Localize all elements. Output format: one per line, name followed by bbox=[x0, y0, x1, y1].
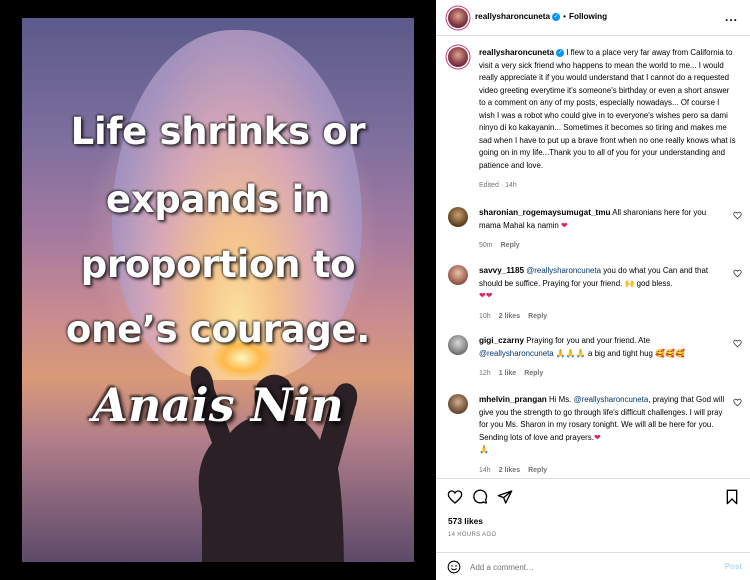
reply-button[interactable]: Reply bbox=[528, 313, 547, 320]
heart-icon[interactable] bbox=[447, 489, 463, 505]
praying-hands-emoji: 🙏 bbox=[479, 445, 489, 454]
smiley-icon[interactable] bbox=[447, 560, 461, 574]
comment-time: 10h bbox=[479, 312, 491, 320]
likes-count[interactable]: 573 likes bbox=[448, 516, 483, 526]
comment-username[interactable]: savvy_1185 bbox=[479, 266, 524, 275]
comment-likes[interactable]: 1 like bbox=[499, 370, 517, 377]
comment-input[interactable] bbox=[470, 559, 700, 575]
caption-edited: Edited · 14h bbox=[479, 182, 517, 189]
comment-body: sharonian_rogemaysumugat_tmu All sharoni… bbox=[479, 207, 729, 253]
reply-button[interactable]: Reply bbox=[501, 242, 520, 249]
comment-time: 12h bbox=[479, 370, 491, 377]
comment-username[interactable]: mhelvin_prangan bbox=[479, 395, 547, 404]
hearts-emoji: ❤❤ bbox=[479, 291, 493, 300]
post-image[interactable]: Life shrinks or expands in proportion to… bbox=[22, 18, 414, 562]
quote-line-2: expands in bbox=[105, 178, 331, 221]
comment-text-2: a big and tight hug bbox=[587, 348, 653, 358]
commenter-avatar[interactable] bbox=[448, 335, 468, 355]
comment-time: 14h bbox=[479, 466, 491, 474]
comment-meta: 12h 1 like Reply bbox=[479, 368, 729, 381]
bookmark-icon[interactable] bbox=[724, 489, 740, 505]
comment-time: 50m bbox=[479, 242, 493, 249]
comment-like-heart-icon[interactable] bbox=[733, 339, 742, 348]
commenter-avatar[interactable] bbox=[448, 207, 468, 227]
post-media: Life shrinks or expands in proportion to… bbox=[0, 0, 436, 580]
quote-line-3: proportion to bbox=[80, 243, 356, 286]
caption-body: reallysharoncuneta ✓ I flew to a place ve… bbox=[479, 47, 737, 193]
comment-text-2: god bless. bbox=[636, 278, 673, 288]
quote-author: Anais Nin bbox=[92, 378, 344, 432]
commenter-avatar[interactable] bbox=[448, 394, 468, 414]
post-comment-button[interactable]: Post bbox=[725, 562, 742, 571]
more-options-icon[interactable]: ... bbox=[725, 10, 738, 24]
share-plane-icon[interactable] bbox=[497, 489, 513, 505]
post-timestamp: 14 HOURS AGO bbox=[448, 532, 497, 538]
comment-likes[interactable]: 2 likes bbox=[499, 313, 520, 320]
author-avatar[interactable] bbox=[448, 8, 468, 28]
comment-like-heart-icon[interactable] bbox=[733, 269, 742, 278]
header-user-row: reallysharoncuneta ✓ • Following bbox=[475, 12, 607, 21]
comment-mention[interactable]: @reallysharoncuneta bbox=[574, 395, 649, 404]
reply-button[interactable]: Reply bbox=[528, 467, 547, 474]
smiling-hearts-emoji: 🥰🥰🥰 bbox=[655, 348, 686, 358]
comment-mention[interactable]: @reallysharoncuneta bbox=[526, 266, 601, 275]
post-actions: 573 likes 14 HOURS AGO Post bbox=[436, 478, 750, 580]
caption-avatar[interactable] bbox=[448, 47, 468, 67]
caption-username[interactable]: reallysharoncuneta bbox=[479, 48, 554, 57]
comment-body: gigi_czarny Praying for you and your fri… bbox=[479, 335, 729, 381]
comment-text: Praying for you and your friend. Ate bbox=[526, 336, 650, 345]
comment-like-heart-icon[interactable] bbox=[733, 398, 742, 407]
post-side-panel: reallysharoncuneta ✓ • Following ... really… bbox=[436, 0, 750, 580]
comment-meta: 14h 2 likes Reply bbox=[479, 465, 729, 478]
comment-meta: 50m Reply bbox=[479, 240, 729, 253]
author-username[interactable]: reallysharoncuneta bbox=[475, 12, 550, 21]
commenter-avatar[interactable] bbox=[448, 265, 468, 285]
quote-line-1: Life shrinks or bbox=[70, 110, 366, 153]
comment-meta: 10h 2 likes Reply bbox=[479, 311, 729, 324]
comment-likes[interactable]: 2 likes bbox=[499, 467, 520, 474]
heart-emoji: ❤ bbox=[593, 432, 601, 442]
separator-dot: • bbox=[563, 12, 566, 21]
raised-hands-emoji: 🙌 bbox=[624, 278, 635, 288]
post-header: reallysharoncuneta ✓ • Following ... bbox=[436, 0, 750, 36]
caption-text: I flew to a place very far away from Cal… bbox=[479, 48, 736, 170]
praying-hands-emoji: 🙏🙏🙏 bbox=[555, 348, 586, 358]
comment-mention[interactable]: @reallysharoncuneta bbox=[479, 349, 554, 358]
comment-body: mhelvin_prangan Hi Ms. @reallysharoncune… bbox=[479, 394, 729, 477]
comment-username[interactable]: sharonian_rogemaysumugat_tmu bbox=[479, 208, 611, 217]
caption-meta: Edited · 14h bbox=[479, 180, 737, 193]
heart-emoji: ❤ bbox=[561, 220, 568, 230]
verified-badge-icon: ✓ bbox=[556, 48, 565, 57]
comment-username[interactable]: gigi_czarny bbox=[479, 336, 524, 345]
comment-body: savvy_1185 @reallysharoncuneta you do wh… bbox=[479, 265, 729, 323]
following-button[interactable]: Following bbox=[569, 12, 607, 21]
reply-button[interactable]: Reply bbox=[524, 370, 543, 377]
add-comment-bar: Post bbox=[436, 552, 750, 580]
comments-list[interactable]: reallysharoncuneta ✓ I flew to a place ve… bbox=[436, 37, 750, 477]
comment-like-heart-icon[interactable] bbox=[733, 211, 742, 220]
quote-line-4: one’s courage. bbox=[65, 308, 371, 351]
comment-text: Hi Ms. bbox=[549, 395, 572, 404]
verified-badge-icon: ✓ bbox=[552, 12, 561, 21]
comment-bubble-icon[interactable] bbox=[472, 489, 488, 505]
